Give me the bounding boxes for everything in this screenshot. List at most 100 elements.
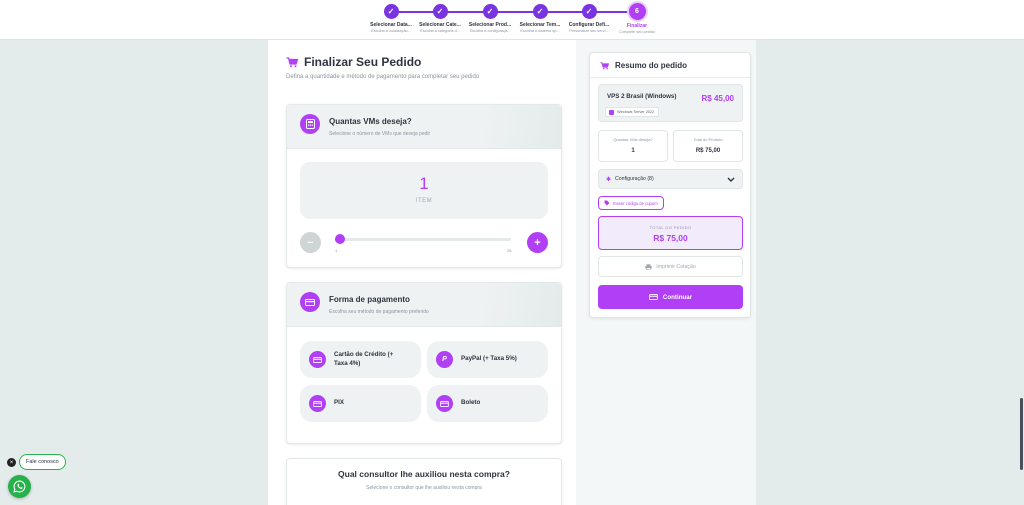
checkout-stepper: ✓ Selecionar Data... Escolha a localizaç… [365, 3, 665, 38]
scrollbar[interactable] [1020, 398, 1023, 470]
payment-title: Forma de pagamento [329, 295, 410, 304]
tag-icon [604, 200, 610, 206]
quantity-unit: ITEM [415, 198, 433, 204]
close-icon[interactable]: × [7, 458, 16, 467]
product-total-label: Total do Produto [693, 137, 723, 142]
quantity-title: Quantas VMs deseja? [329, 117, 412, 126]
step-4[interactable]: ✓ Selecionar Tem... Escolha o sistema op… [514, 4, 566, 33]
page-title-text: Finalizar Seu Pedido [304, 55, 422, 69]
vm-qty-value: 1 [631, 148, 635, 154]
cart-icon [600, 61, 609, 69]
summary-title: Resumo do pedido [600, 61, 687, 70]
step-label: Configurar Defi... [568, 22, 610, 28]
check-icon: ✓ [482, 4, 498, 19]
payment-card-header: Forma de pagamento Escolha seu método de… [287, 283, 561, 327]
slider-thumb[interactable] [335, 234, 345, 244]
slider-min-label: 1 [335, 248, 338, 253]
credit-card-icon [300, 292, 320, 312]
product-total-stat: Total do Produto R$ 75,00 [673, 130, 743, 162]
vm-qty-stat: Quantas VMs deseja? 1 [598, 130, 668, 162]
check-icon: ✓ [432, 4, 448, 19]
step-sub: Personalize seu servi... [569, 29, 609, 33]
payment-option-label: Cartão de Crédito (+ Taxa 4%) [334, 351, 394, 367]
product-name: VPS 2 Brasil (Windows) [607, 93, 677, 100]
step-sub: Escolha a categoria d... [420, 29, 460, 33]
os-label: Windows Server 2022 [617, 110, 655, 114]
cart-icon [286, 56, 298, 67]
step-6[interactable]: 6 Finalizar Complete seu pedido [611, 3, 663, 34]
payment-option-label: PIX [334, 399, 344, 407]
summary-divider [590, 77, 750, 78]
step-sub: Escolha a configuraçã... [469, 29, 511, 33]
whatsapp-icon [13, 480, 26, 493]
payment-option-credit-card[interactable]: Cartão de Crédito (+ Taxa 4%) [300, 341, 421, 378]
quantity-display: 1 ITEM [300, 162, 548, 219]
chevron-down-icon [727, 177, 735, 182]
contact-us-bubble[interactable]: Fale conosco [19, 454, 66, 470]
step-label: Selecionar Cate... [419, 22, 461, 28]
step-label: Selecionar Tem... [519, 22, 561, 28]
step-sub: Escolha a localização... [371, 29, 411, 33]
server-icon [609, 109, 614, 115]
payment-option-label: PayPal (+ Taxa 5%) [461, 355, 517, 363]
increase-button[interactable]: + [527, 232, 548, 253]
gear-icon: ✱ [606, 176, 612, 183]
payment-card: Forma de pagamento Escolha seu método de… [286, 282, 562, 444]
decrease-button[interactable]: − [300, 232, 321, 253]
vm-qty-label: Quantas VMs deseja? [613, 137, 653, 142]
pix-icon [309, 395, 326, 412]
step-sub: Complete seu pedido [619, 30, 655, 34]
os-badge: Windows Server 2022 [605, 107, 660, 117]
check-icon: ✓ [383, 4, 399, 19]
quantity-value: 1 [419, 174, 429, 193]
step-2[interactable]: ✓ Selecionar Cate... Escolha a categoria… [414, 4, 466, 33]
paypal-icon: P [436, 351, 453, 368]
step-label: Selecionar Prod... [468, 22, 512, 28]
total-value: R$ 75,00 [653, 233, 688, 243]
coupon-button[interactable]: Inserir código de cupom [598, 196, 664, 210]
configuration-label: Configuração (8) [615, 176, 654, 182]
product-total-value: R$ 75,00 [695, 148, 721, 154]
step-label: Finalizar [626, 23, 648, 29]
consultant-card: Qual consultor lhe auxiliou nesta compra… [286, 458, 562, 505]
step-5[interactable]: ✓ Configurar Defi... Personalize seu ser… [563, 4, 615, 33]
step-1[interactable]: ✓ Selecionar Data... Escolha a localizaç… [365, 4, 417, 33]
page-subtitle: Defina a quantidade e método de pagament… [286, 74, 480, 80]
boleto-icon [436, 395, 453, 412]
slider-max-label: 25 [507, 248, 512, 253]
credit-card-icon [649, 294, 658, 300]
step-3[interactable]: ✓ Selecionar Prod... Escolha a configura… [464, 4, 516, 33]
payment-option-paypal[interactable]: P PayPal (+ Taxa 5%) [427, 341, 548, 378]
quantity-card: Quantas VMs deseja? Selecione o número d… [286, 104, 562, 268]
continue-button[interactable]: Continuar [598, 285, 743, 309]
product-price: R$ 45,00 [701, 94, 734, 103]
check-icon: ✓ [532, 4, 548, 19]
configuration-dropdown[interactable]: ✱ Configuração (8) [598, 169, 743, 189]
total-label: TOTAL DO PEDIDO [649, 225, 692, 230]
product-box: VPS 2 Brasil (Windows) R$ 45,00 Windows … [598, 84, 743, 122]
payment-option-pix[interactable]: PIX [300, 385, 421, 422]
calculator-icon [300, 114, 320, 134]
top-bar: ✓ Selecionar Data... Escolha a localizaç… [0, 0, 1024, 40]
credit-card-icon [309, 351, 326, 368]
consultant-title: Qual consultor lhe auxiliou nesta compra… [338, 469, 510, 479]
payment-subtitle: Escolha seu método de pagamento preferid… [329, 309, 429, 315]
whatsapp-button[interactable] [8, 475, 31, 498]
summary-title-text: Resumo do pedido [615, 61, 687, 70]
coupon-label: Inserir código de cupom [613, 200, 658, 206]
order-summary: Resumo do pedido VPS 2 Brasil (Windows) … [589, 52, 751, 318]
step-number: 6 [628, 3, 646, 20]
quantity-slider[interactable] [335, 238, 511, 241]
continue-label: Continuar [662, 293, 693, 301]
print-label: Imprimir Cotação [656, 263, 696, 270]
payment-option-boleto[interactable]: Boleto [427, 385, 548, 422]
consultant-subtitle: Selecione o consultor que lhe auxiliou n… [366, 485, 482, 491]
step-label: Selecionar Data... [370, 22, 412, 28]
quantity-card-header: Quantas VMs deseja? Selecione o número d… [287, 105, 561, 149]
quantity-subtitle: Selecione o número de VMs que deseja ped… [329, 131, 431, 137]
print-quote-button[interactable]: Imprimir Cotação [598, 256, 743, 277]
order-total: TOTAL DO PEDIDO R$ 75,00 [598, 216, 743, 250]
payment-option-label: Boleto [461, 399, 481, 407]
page-title: Finalizar Seu Pedido [286, 55, 421, 69]
printer-icon [645, 263, 652, 270]
